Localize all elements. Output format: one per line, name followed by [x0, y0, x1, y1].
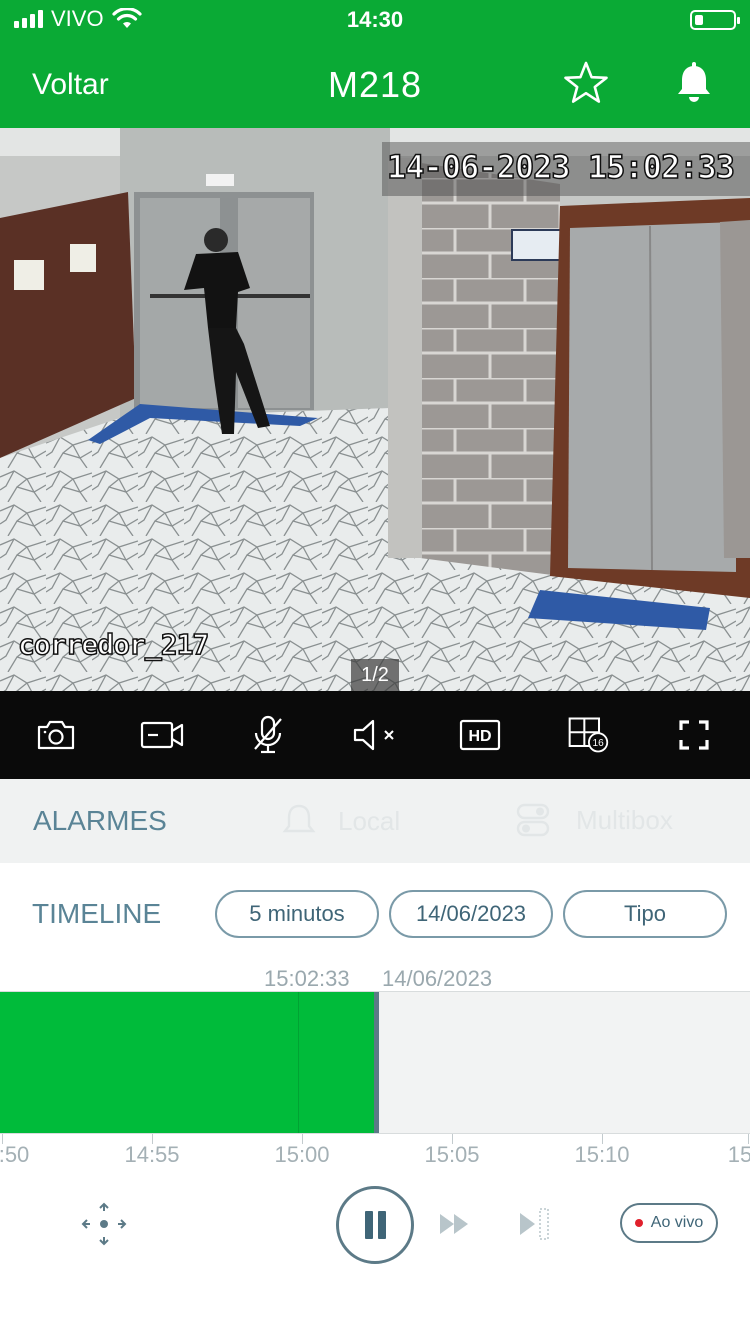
- status-time: 14:30: [346, 7, 404, 32]
- timeline-cursor-time: 15:02:33: [264, 966, 350, 991]
- battery-icon: [690, 10, 740, 30]
- tab-local-label: Local: [338, 805, 401, 836]
- tab-bar: ALARMES Local Multibox: [0, 779, 750, 863]
- bell-icon[interactable]: [674, 62, 714, 104]
- camera-icon: [37, 720, 75, 750]
- snapshot-button[interactable]: [34, 713, 78, 757]
- camera-datetime-overlay: 14-06-2023 15:02:33: [386, 147, 736, 187]
- hd-label: HD: [468, 728, 491, 745]
- audio-button[interactable]: [352, 713, 396, 757]
- mic-off-icon: [254, 715, 282, 754]
- fast-forward-icon[interactable]: [438, 1210, 472, 1238]
- camera-name-overlay: corredor_217: [17, 627, 210, 662]
- tick-label: 15:05: [424, 1142, 480, 1167]
- pause-icon: [365, 1211, 386, 1239]
- live-label: Ao vivo: [650, 1214, 704, 1231]
- move-arrows-icon[interactable]: [80, 1201, 128, 1247]
- bell-outline-icon: [282, 804, 316, 833]
- nav-bar: Voltar M218: [0, 50, 750, 120]
- microphone-button[interactable]: [246, 713, 290, 757]
- fullscreen-button[interactable]: [672, 713, 716, 757]
- tick-label: 15:00: [274, 1142, 330, 1167]
- speaker-mute-icon: [353, 719, 394, 751]
- camera-page-indicator: 1/2: [351, 659, 399, 691]
- date-select[interactable]: 14/06/2023: [389, 890, 553, 938]
- live-dot-icon: [634, 1219, 643, 1227]
- page-title: M218: [327, 64, 423, 105]
- timeline-ticks: :50 14:55 15:00 15:05 15:10 15: [0, 1134, 750, 1174]
- grid-layout-button[interactable]: 16: [566, 713, 610, 757]
- tab-local[interactable]: Local: [282, 803, 400, 839]
- segment-divider: [298, 992, 299, 1133]
- timeline-label: TIMELINE: [32, 898, 162, 929]
- tab-alarmes[interactable]: ALARMES: [33, 805, 167, 837]
- tab-multibox-label: Multibox: [576, 804, 673, 835]
- status-bar: VIVO 14:30: [0, 0, 750, 40]
- video-record-icon: [140, 721, 184, 749]
- camera-view[interactable]: 14-06-2023 15:02:33 corredor_217 1/2: [0, 128, 750, 691]
- interval-select[interactable]: 5 minutos: [215, 890, 379, 938]
- tick-label: 15:10: [574, 1142, 630, 1167]
- toggle-switches-icon: [516, 803, 550, 837]
- camera-toolbar: HD 16: [0, 691, 750, 779]
- star-icon[interactable]: [563, 60, 609, 106]
- next-frame-icon[interactable]: [518, 1207, 554, 1241]
- recorded-segment: [0, 992, 376, 1133]
- timeline-cursor[interactable]: [374, 992, 379, 1133]
- tick-label: :50: [0, 1142, 30, 1167]
- camera-feed-image: [0, 128, 750, 691]
- tick-label: 14:55: [124, 1142, 180, 1167]
- app-header: VIVO 14:30 Voltar M218: [0, 0, 750, 128]
- record-button[interactable]: [140, 713, 184, 757]
- grid-16-icon: 16: [568, 717, 609, 753]
- fullscreen-icon: [679, 720, 709, 750]
- timeline-track[interactable]: [0, 991, 750, 1134]
- type-select[interactable]: Tipo: [563, 890, 727, 938]
- tick-label: 15: [727, 1142, 750, 1167]
- grid-badge: 16: [592, 738, 604, 749]
- hd-icon: HD: [459, 719, 501, 751]
- tab-multibox[interactable]: Multibox: [516, 803, 673, 837]
- hd-button[interactable]: HD: [458, 713, 502, 757]
- pause-button[interactable]: [336, 1186, 414, 1264]
- timeline-cursor-date: 14/06/2023: [382, 966, 493, 991]
- live-button[interactable]: Ao vivo: [620, 1203, 718, 1243]
